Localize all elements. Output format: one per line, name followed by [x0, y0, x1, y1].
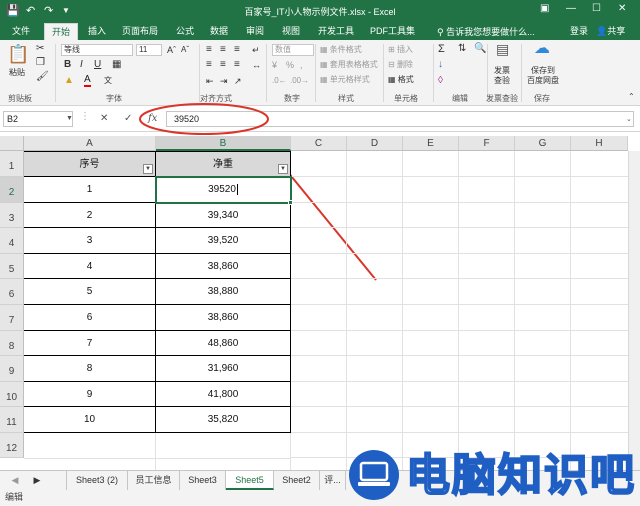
column-header-a[interactable]: A: [24, 136, 156, 151]
column-header-f[interactable]: F: [459, 136, 515, 151]
row-header-10[interactable]: 10: [0, 382, 24, 407]
sheet-tab-active[interactable]: Sheet5: [226, 471, 274, 490]
row-header-9[interactable]: 9: [0, 356, 24, 382]
table-cell[interactable]: 38,860: [156, 305, 291, 331]
sheet-tab[interactable]: Sheet3: [180, 471, 226, 490]
table-cell[interactable]: 7: [24, 331, 156, 356]
table-cell[interactable]: 1: [24, 177, 156, 203]
watermark: 电脑知识吧: [348, 448, 640, 506]
row-header-11[interactable]: 11: [0, 407, 24, 433]
table-cell[interactable]: 48,860: [156, 331, 291, 356]
table-cell[interactable]: 41,800: [156, 382, 291, 407]
empty-gridlines-row12: [24, 433, 291, 470]
sheet-tab-overflow[interactable]: 评...: [320, 471, 346, 490]
active-cell-border: [155, 176, 292, 204]
column-header-c[interactable]: C: [291, 136, 347, 151]
row-header-1[interactable]: 1: [0, 151, 24, 177]
column-header-e[interactable]: E: [403, 136, 459, 151]
empty-gridlines: [291, 151, 628, 470]
column-header-h[interactable]: H: [571, 136, 628, 151]
table-cell[interactable]: 38,860: [156, 254, 291, 279]
select-all-corner[interactable]: [0, 136, 24, 151]
table-cell[interactable]: 38,880: [156, 279, 291, 305]
scroll-tabs-left-icon[interactable]: ◀: [8, 471, 22, 490]
row-header-8[interactable]: 8: [0, 331, 24, 356]
column-header-b[interactable]: B: [156, 136, 291, 151]
column-header-g[interactable]: G: [515, 136, 571, 151]
header-label-net-weight: 净重: [213, 159, 233, 170]
row-header-7[interactable]: 7: [0, 305, 24, 331]
column-header-d[interactable]: D: [347, 136, 403, 151]
table-header-cell[interactable]: 净重 ▼: [156, 151, 291, 177]
filter-dropdown-icon[interactable]: ▼: [278, 164, 288, 174]
vertical-scrollbar[interactable]: [628, 151, 640, 470]
table-cell[interactable]: 2: [24, 203, 156, 228]
row-header-12[interactable]: 12: [0, 433, 24, 458]
sheet-tab[interactable]: Sheet2: [274, 471, 320, 490]
fill-handle[interactable]: [288, 200, 293, 205]
table-cell[interactable]: 39,340: [156, 203, 291, 228]
annotation-ellipse: [139, 103, 269, 135]
table-cell[interactable]: 3: [24, 228, 156, 254]
watermark-text: 电脑知识吧: [405, 449, 636, 502]
table-cell[interactable]: 8: [24, 356, 156, 382]
table-cell[interactable]: 39,520: [156, 228, 291, 254]
table-cell[interactable]: 31,960: [156, 356, 291, 382]
row-header-6[interactable]: 6: [0, 279, 24, 305]
table-cell[interactable]: 5: [24, 279, 156, 305]
header-label-index: 序号: [79, 159, 100, 170]
row-header-2[interactable]: 2: [0, 177, 24, 203]
spreadsheet-grid: A B C D E F G H 1 2 3 4 5 6 7 8 9 10 11 …: [0, 136, 640, 470]
row-header-5[interactable]: 5: [0, 254, 24, 279]
table-cell[interactable]: 9: [24, 382, 156, 407]
table-cell[interactable]: 35,820: [156, 407, 291, 433]
sheet-tab[interactable]: Sheet3 (2): [66, 471, 128, 490]
table-cell[interactable]: 10: [24, 407, 156, 433]
scroll-tabs-right-icon[interactable]: ▶: [30, 471, 44, 490]
sheet-tab[interactable]: 员工信息: [128, 471, 180, 490]
table-cell[interactable]: 4: [24, 254, 156, 279]
row-header-3[interactable]: 3: [0, 203, 24, 228]
table-header-cell[interactable]: 序号 ▼: [24, 151, 156, 177]
status-mode: 编辑: [5, 492, 24, 502]
row-header-4[interactable]: 4: [0, 228, 24, 254]
filter-dropdown-icon[interactable]: ▼: [143, 164, 153, 174]
table-cell[interactable]: 6: [24, 305, 156, 331]
